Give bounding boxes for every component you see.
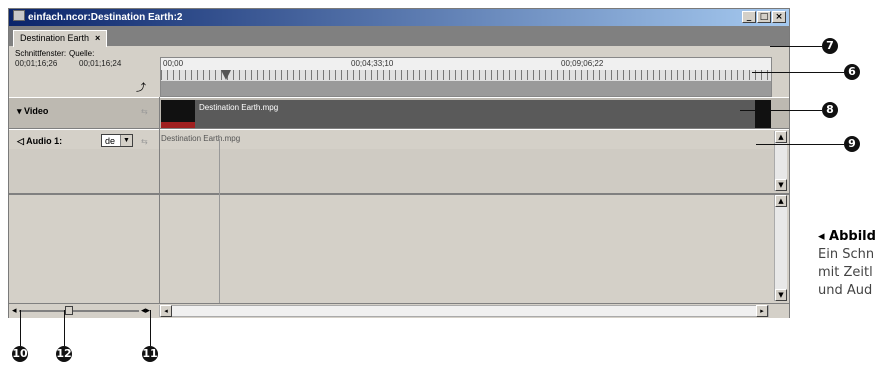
app-icon <box>13 10 25 21</box>
callout-line <box>770 46 822 47</box>
window-title: einfach.ncor:Destination Earth:2 <box>28 12 183 23</box>
bottom-bar: ◂ ◂▸ ◂ ▸ <box>9 303 789 318</box>
video-sync-icon[interactable]: ⇆ <box>141 107 148 116</box>
zoom-out-icon[interactable]: ◂ <box>12 305 17 316</box>
ruler-mark: 00;00 <box>163 59 184 68</box>
timeline-window: einfach.ncor:Destination Earth:2 _ □ × D… <box>8 8 790 318</box>
scroll-down-icon[interactable]: ▼ <box>775 179 787 191</box>
source-label: Quelle: <box>69 49 95 58</box>
maximize-button[interactable]: □ <box>757 11 771 23</box>
video-clip[interactable]: Destination Earth.mpg <box>161 100 771 128</box>
scroll-up-icon[interactable]: ▲ <box>775 195 787 207</box>
audio-language-value: de <box>105 136 116 146</box>
callout-line <box>740 110 822 111</box>
lower-vertical-scrollbar[interactable]: ▲ ▼ <box>774 195 787 301</box>
cutter-label: Schnittfenster: <box>15 49 67 58</box>
edit-line <box>219 139 220 303</box>
audio-clip-label[interactable]: Destination Earth.mpg <box>161 134 240 143</box>
scroll-right-icon[interactable]: ▸ <box>756 305 768 317</box>
audio-track-label[interactable]: ◁ Audio 1: <box>17 136 62 147</box>
scroll-left-icon[interactable]: ◂ <box>160 305 172 317</box>
close-button[interactable]: × <box>772 11 786 23</box>
video-track-label[interactable]: ▾ Video <box>17 106 48 117</box>
caption-line: und Aud <box>818 283 873 298</box>
title-bar[interactable]: einfach.ncor:Destination Earth:2 _ □ × <box>9 9 789 26</box>
work-area-bar[interactable] <box>161 81 771 96</box>
audio-waveform-area <box>9 149 789 195</box>
video-track: ▾ Video ⇆ Destination Earth.mpg <box>9 97 789 129</box>
caption-line: Ein Schn <box>818 247 875 262</box>
callout-line <box>64 310 65 346</box>
clip-start-thumbnail <box>161 100 195 128</box>
time-ruler[interactable]: 00;00 00;04;33;10 00;09;06;22 <box>160 57 772 97</box>
scroll-down-icon[interactable]: ▼ <box>775 289 787 301</box>
callout-12: 12 <box>56 346 72 362</box>
callout-line <box>752 72 844 73</box>
caption-line: mit Zeitl <box>818 265 873 280</box>
callout-8: 8 <box>822 102 838 118</box>
callout-6: 6 <box>844 64 860 80</box>
callout-line <box>150 310 151 346</box>
callout-9: 9 <box>844 136 860 152</box>
playhead-icon[interactable] <box>221 70 231 80</box>
empty-track-area <box>9 195 789 305</box>
window-controls: _ □ × <box>742 11 786 23</box>
video-clip-label: Destination Earth.mpg <box>199 103 279 112</box>
zoom-in-icon[interactable]: ◂▸ <box>141 305 150 316</box>
cutter-timecode: 00;01;16;26 <box>15 59 58 68</box>
callout-line <box>20 310 21 346</box>
tab-close-icon[interactable]: × <box>95 33 100 43</box>
ruler-mark: 00;09;06;22 <box>561 59 604 68</box>
source-timecode: 00;01;16;24 <box>79 59 122 68</box>
tab-label: Destination Earth <box>20 33 90 43</box>
chevron-down-icon: ▼ <box>120 135 132 146</box>
audio-sync-icon[interactable]: ⇆ <box>141 137 148 146</box>
minimize-button[interactable]: _ <box>742 11 756 23</box>
ruler-ticks <box>161 70 771 80</box>
ruler-mark: 00;04;33;10 <box>351 59 394 68</box>
callout-line <box>756 144 844 145</box>
snap-icon[interactable]: ⤴ <box>136 79 146 94</box>
zoom-slider-knob[interactable] <box>65 306 73 315</box>
header-divider <box>159 97 160 303</box>
zoom-slider[interactable] <box>19 306 139 315</box>
horizontal-scrollbar[interactable]: ◂ ▸ <box>159 305 769 317</box>
callout-10: 10 <box>12 346 28 362</box>
figure-caption: ◂ Abbild Ein Schn mit Zeitl und Aud <box>818 228 876 300</box>
tab-bar: Destination Earth × <box>9 26 789 47</box>
caption-heading: ◂ Abbild <box>818 229 876 244</box>
scroll-up-icon[interactable]: ▲ <box>775 131 787 143</box>
callout-7: 7 <box>822 38 838 54</box>
clip-end-thumbnail <box>755 100 771 128</box>
upper-vertical-scrollbar[interactable]: ▲ ▼ <box>774 131 787 191</box>
audio-language-select[interactable]: de ▼ <box>101 134 133 147</box>
ruler-top <box>161 58 771 70</box>
video-track-header: ▾ Video ⇆ <box>9 98 160 128</box>
callout-11: 11 <box>142 346 158 362</box>
tab-destination-earth[interactable]: Destination Earth × <box>13 30 108 47</box>
